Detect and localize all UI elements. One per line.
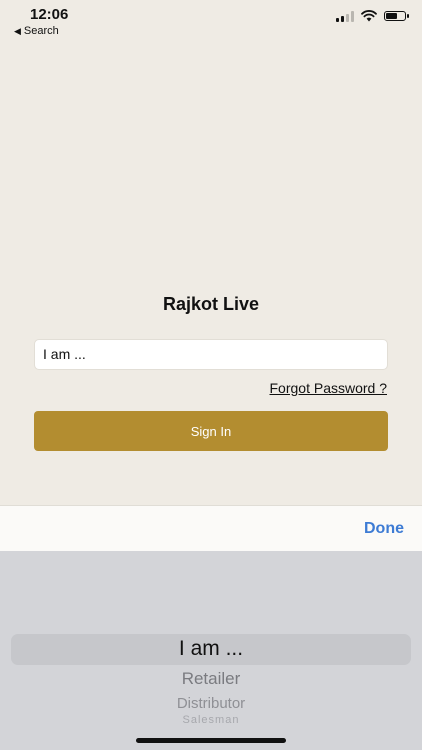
picker-option-retailer[interactable]: Retailer [0, 669, 422, 689]
app-title: Rajkot Live [162, 294, 260, 314]
forgot-password-link[interactable]: Forgot Password ? [270, 380, 388, 396]
picker-option-i-am[interactable]: I am ... [0, 637, 422, 661]
cellular-signal-icon [336, 10, 354, 22]
back-label: Search [23, 25, 59, 37]
role-select-field[interactable]: I am ... [34, 339, 388, 370]
status-time: 12:06 [30, 6, 69, 23]
status-bar: 12:06 ◀ Search [0, 0, 422, 44]
wifi-icon [361, 10, 377, 22]
role-picker-wheel[interactable]: I am ... Retailer Distributor Salesman [0, 551, 422, 750]
battery-icon [384, 11, 409, 21]
status-icons [336, 10, 409, 22]
home-indicator [136, 738, 286, 743]
done-button[interactable]: Done [364, 520, 404, 538]
picker-toolbar: Done [0, 505, 422, 551]
back-triangle-icon: ◀ [14, 25, 21, 36]
back-to-search-link[interactable]: ◀ Search [14, 25, 59, 37]
picker-option-distributor[interactable]: Distributor [0, 695, 422, 712]
picker-option-salesman[interactable]: Salesman [0, 714, 422, 726]
sign-in-button[interactable]: Sign In [34, 411, 388, 451]
